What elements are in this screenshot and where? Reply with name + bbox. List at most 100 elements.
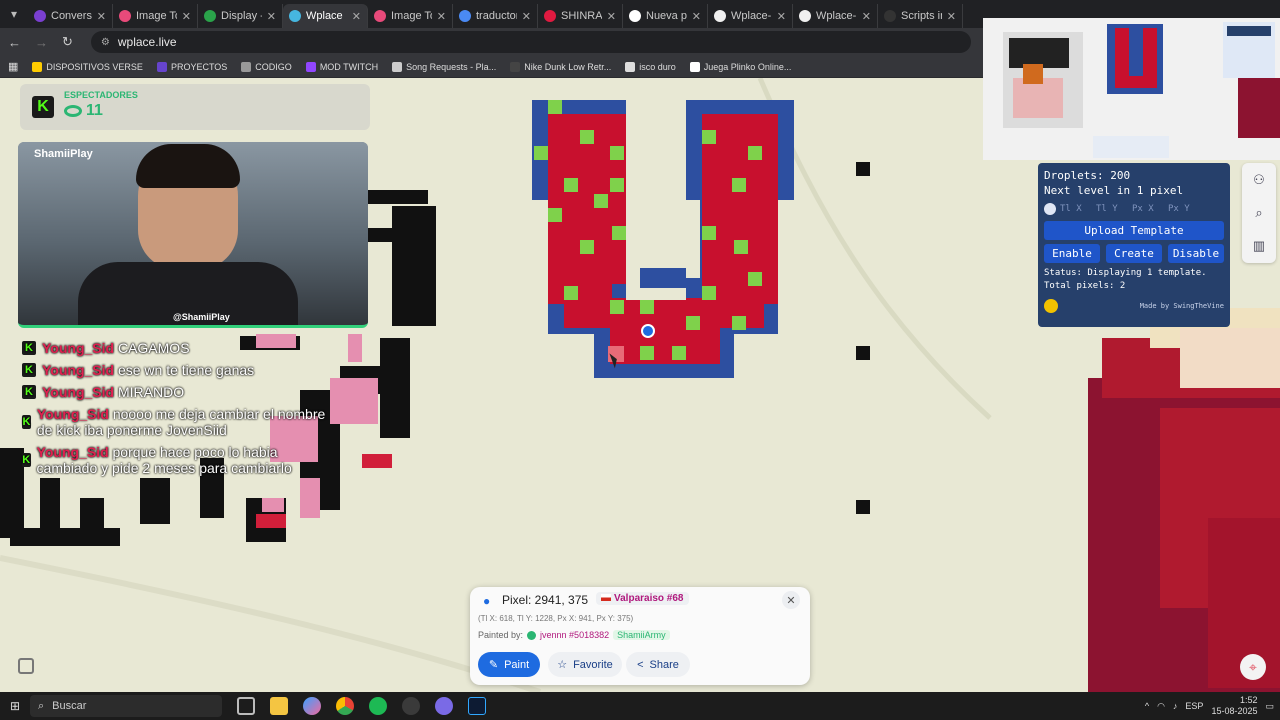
tab-label: Conversor [51,10,92,22]
eye-icon [64,105,82,117]
search-icon: ⌕ [38,699,45,712]
tab-search-icon[interactable]: ▾ [0,0,28,28]
clock-time: 1:52 [1239,695,1258,705]
bookmark-label: DISPOSITIVOS VERSE [46,61,143,72]
forward-icon[interactable]: → [35,35,48,50]
chrome-icon[interactable] [336,697,354,715]
chat-line: Young_Sid CAGAMOS [42,340,190,356]
ref-card-thumb [1093,136,1169,158]
kick-badge-icon: K [22,363,36,377]
u-base-red [610,328,720,364]
zoom-search-icon[interactable]: ⌕ [1255,205,1262,221]
close-tab-icon[interactable]: ✕ [437,10,446,23]
coord-input[interactable]: Tl X [1060,204,1092,214]
start-icon[interactable]: ⊞ [10,699,20,713]
webcam-name: ShamiiPlay [34,148,93,160]
windows-taskbar: ⊞ ⌕ Buscar ^ ◠ ♪ ESP 1:52 15-08-2025 ▭ [0,692,1280,720]
tray-chevron-icon[interactable]: ^ [1145,701,1149,711]
tab-favicon-icon [204,10,216,22]
bookmark-item[interactable]: PROYECTOS [156,61,227,72]
back-icon[interactable]: ← [8,35,21,50]
task-view-icon[interactable] [237,697,255,715]
pink-art-pixel [262,498,284,512]
browser-tab[interactable]: Nueva pe ✕ [623,4,708,28]
painter-name[interactable]: jvennn #5018382 [540,630,609,640]
green-pixel [580,240,594,254]
create-button[interactable]: Create [1106,244,1162,263]
taskbar-search[interactable]: ⌕ Buscar [30,695,222,717]
coord-input[interactable]: Tl Y [1096,204,1128,214]
site-info-icon[interactable]: ⚙ [101,37,110,48]
reload-icon[interactable]: ↻ [62,34,73,50]
bookmark-item[interactable]: DISPOSITIVOS VERSE [32,61,143,72]
tiktok-handle: @ShamiiPlay [173,312,230,322]
apps-icon[interactable]: ▦ [8,60,18,73]
copilot-icon[interactable] [303,697,321,715]
bookmark-item[interactable]: Juega Plinko Online... [689,61,791,72]
favorite-button[interactable]: ☆ Favorite [548,652,622,677]
browser-tab[interactable]: SHINRA T ✕ [538,4,623,28]
bookmark-item[interactable]: Song Requests - Pla... [392,61,496,72]
language-indicator[interactable]: ESP [1185,701,1203,711]
close-tab-icon[interactable]: ✕ [182,10,191,23]
coord-input[interactable]: Px Y [1168,204,1200,214]
upload-template-button[interactable]: Upload Template [1044,221,1224,240]
wifi-icon[interactable]: ◠ [1157,701,1165,712]
share-button[interactable]: < Share [626,652,690,677]
emoji-icon[interactable] [1044,299,1058,313]
browser-tab[interactable]: Scripts in ✕ [878,4,963,28]
close-tab-icon[interactable]: ✕ [352,10,361,23]
users-icon[interactable]: ⚇ [1253,172,1265,188]
notifications-icon[interactable]: ▭ [1265,701,1274,712]
paint-label: Paint [504,658,530,671]
bookmark-item[interactable]: Nike Dunk Low Retr... [510,61,611,72]
close-tab-icon[interactable]: ✕ [267,10,276,23]
red-art-pixel [362,454,392,468]
leaderboard-icon[interactable]: ▥ [1253,238,1265,254]
close-icon[interactable]: ✕ [782,591,800,609]
coord-input[interactable]: Px X [1132,204,1164,214]
browser-tab[interactable]: Conversor ✕ [28,4,113,28]
close-tab-icon[interactable]: ✕ [607,10,616,23]
close-tab-icon[interactable]: ✕ [522,10,531,23]
green-pixel [580,130,594,144]
bookmark-item[interactable]: CODIGO [241,61,292,72]
browser-tab[interactable]: traductor ✕ [453,4,538,28]
close-tab-icon[interactable]: ✕ [777,10,786,23]
spotify-icon[interactable] [369,697,387,715]
disable-button[interactable]: Disable [1168,244,1224,263]
close-tab-icon[interactable]: ✕ [97,10,106,23]
close-tab-icon[interactable]: ✕ [862,10,871,23]
pink-art-pixel [348,334,362,362]
green-pixel [702,226,716,240]
browser-tab[interactable]: Image To ✕ [113,4,198,28]
close-tab-icon[interactable]: ✕ [692,10,701,23]
file-explorer-icon[interactable] [270,697,288,715]
chile-flag-icon [601,594,611,601]
canvas-toggle-button[interactable] [18,658,34,674]
discord-icon[interactable] [435,697,453,715]
share-icon: < [637,658,644,671]
browser-tab[interactable]: Wplace ✕ [283,4,368,28]
bookmark-icon [392,61,403,72]
browser-tab[interactable]: Image To ✕ [368,4,453,28]
chat-username: Young_Sid [42,340,115,356]
paint-button[interactable]: ✎ Paint [478,652,540,677]
browser-tab[interactable]: Wplace-B ✕ [708,4,793,28]
u-inner-bottom [640,268,686,288]
photoshop-icon[interactable] [468,697,486,715]
green-pixel [748,146,762,160]
url-input[interactable]: ⚙ wplace.live [90,31,971,53]
browser-tab[interactable]: Wplace-B ✕ [793,4,878,28]
bookmark-item[interactable]: MOD TWITCH [305,61,378,72]
obs-icon[interactable] [402,697,420,715]
region-badge[interactable]: Valparaiso #68 [596,592,689,605]
locate-button[interactable]: ⌖ [1240,654,1266,680]
close-tab-icon[interactable]: ✕ [947,10,956,23]
pin-coords-icon[interactable] [1044,203,1056,215]
browser-tab[interactable]: Display - ✕ [198,4,283,28]
volume-icon[interactable]: ♪ [1173,701,1178,711]
enable-button[interactable]: Enable [1044,244,1100,263]
bookmark-item[interactable]: isco duro [625,61,676,72]
alliance-badge[interactable]: ShamiiArmy [613,630,670,640]
